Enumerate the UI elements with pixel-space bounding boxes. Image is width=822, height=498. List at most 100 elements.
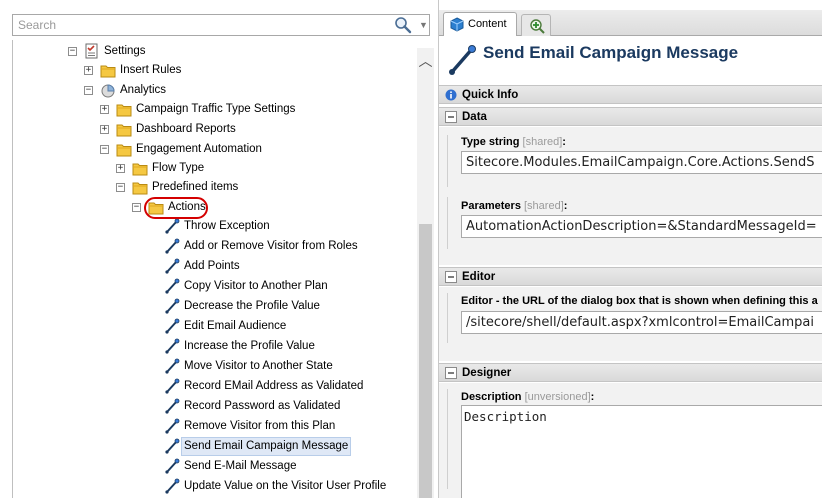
action-icon xyxy=(164,438,180,455)
tree-item-label: Campaign Traffic Type Settings xyxy=(136,103,296,115)
type-string-label-text: Type string xyxy=(461,136,520,148)
unversioned-badge: [unversioned] xyxy=(524,391,591,403)
tree-item-label: Record Password as Validated xyxy=(184,400,341,412)
tree-item-label: Copy Visitor to Another Plan xyxy=(184,280,328,292)
editor-url-label: Editor - the URL of the dialog box that … xyxy=(461,295,818,307)
tree-item-label: Predefined items xyxy=(152,181,239,193)
tree-item-label: Send Email Campaign Message xyxy=(181,437,352,456)
tree-item-label: Throw Exception xyxy=(184,220,270,232)
field-divider xyxy=(447,293,448,343)
folder-icon xyxy=(116,101,132,118)
section-title: Data xyxy=(462,111,487,123)
parameters-field[interactable]: AutomationActionDescription=&StandardMes… xyxy=(461,215,822,238)
settings-icon xyxy=(84,43,100,60)
scroll-up-icon[interactable]: ︿ xyxy=(417,50,434,72)
analytics-icon xyxy=(100,82,116,99)
section-data[interactable]: Data xyxy=(439,107,822,126)
tree-item-label: Dashboard Reports xyxy=(136,123,236,135)
search-icon[interactable] xyxy=(393,16,413,34)
tree-item-label: Add or Remove Visitor from Roles xyxy=(184,240,358,252)
action-icon xyxy=(164,378,180,395)
section-editor-body: Editor - the URL of the dialog box that … xyxy=(439,287,822,361)
tree-item-label: Flow Type xyxy=(152,162,205,174)
content-editor-pane: Content Send Email Campaign Message Quic… xyxy=(438,0,822,498)
action-icon xyxy=(164,358,180,375)
collapse-icon[interactable]: − xyxy=(132,203,141,212)
collapse-icon[interactable]: − xyxy=(84,86,93,95)
description-label: Description [unversioned]: xyxy=(461,391,595,403)
action-icon xyxy=(164,338,180,355)
description-label-text: Description xyxy=(461,391,522,403)
tree-item-label: Add Points xyxy=(184,260,240,272)
tree-item-label: Engagement Automation xyxy=(136,143,262,155)
scroll-thumb[interactable] xyxy=(419,224,432,498)
tab-strip: Content xyxy=(439,10,822,36)
collapse-icon[interactable]: − xyxy=(68,47,77,56)
action-icon xyxy=(164,278,180,295)
item-title: Send Email Campaign Message xyxy=(483,43,739,62)
collapse-icon[interactable]: − xyxy=(116,183,125,192)
expand-icon[interactable]: + xyxy=(100,125,109,134)
section-quick-info[interactable]: Quick Info xyxy=(439,85,822,104)
expand-icon[interactable]: + xyxy=(84,66,93,75)
content-tree-pane: ▼ − Settings + Insert Rules − Analytics xyxy=(0,0,436,498)
section-title: Editor xyxy=(462,271,496,283)
field-divider xyxy=(447,135,448,187)
folder-icon xyxy=(132,160,148,177)
tree-item-label: Analytics xyxy=(120,84,167,96)
tree-item-label: Edit Email Audience xyxy=(184,320,287,332)
tab-content-label: Content xyxy=(468,18,507,30)
actions-highlight-ring xyxy=(144,197,208,219)
section-title: Quick Info xyxy=(462,89,519,101)
action-icon xyxy=(164,318,180,335)
add-tab-button[interactable] xyxy=(521,14,551,36)
action-icon xyxy=(164,458,180,475)
collapse-section-icon[interactable] xyxy=(445,111,457,123)
action-item-icon xyxy=(446,43,478,80)
add-tab-icon xyxy=(529,18,545,37)
action-icon xyxy=(164,258,180,275)
item-header: Send Email Campaign Message xyxy=(439,37,822,85)
tree-item-label: Insert Rules xyxy=(120,64,182,76)
tree-item-label: Remove Visitor from this Plan xyxy=(184,420,336,432)
type-string-label: Type string [shared]: xyxy=(461,136,566,148)
section-editor[interactable]: Editor xyxy=(439,267,822,286)
action-icon xyxy=(164,298,180,315)
collapse-section-icon[interactable] xyxy=(445,367,457,379)
action-icon xyxy=(164,478,180,495)
section-data-body: Type string [shared]: Sitecore.Modules.E… xyxy=(439,127,822,265)
action-icon xyxy=(164,238,180,255)
parameters-label-text: Parameters xyxy=(461,200,521,212)
tab-content[interactable]: Content xyxy=(443,12,517,36)
section-designer[interactable]: Designer xyxy=(439,363,822,382)
shared-badge: [shared] xyxy=(522,136,563,148)
folder-icon xyxy=(132,179,148,196)
field-divider xyxy=(447,197,448,249)
collapse-section-icon[interactable] xyxy=(445,271,457,283)
cube-icon xyxy=(450,17,464,35)
search-dropdown-icon[interactable]: ▼ xyxy=(417,16,430,34)
action-icon xyxy=(164,418,180,435)
expand-icon[interactable]: + xyxy=(100,105,109,114)
tree-item-label: Update Value on the Visitor User Profile xyxy=(184,480,387,492)
tree-item-label: Send E-Mail Message xyxy=(184,460,297,472)
tree-scrollbar[interactable]: ︿ xyxy=(417,48,434,498)
shared-badge: [shared] xyxy=(524,200,564,212)
type-string-field[interactable]: Sitecore.Modules.EmailCampaign.Core.Acti… xyxy=(461,151,822,174)
collapse-icon[interactable]: − xyxy=(100,145,109,154)
folder-icon xyxy=(100,62,116,79)
search-box[interactable]: ▼ xyxy=(12,14,430,36)
editor-url-field[interactable]: /sitecore/shell/default.aspx?xmlcontrol=… xyxy=(461,311,822,334)
tree-item-label: Move Visitor to Another State xyxy=(184,360,333,372)
search-input[interactable] xyxy=(13,15,383,35)
tree-item-label: Settings xyxy=(104,45,146,57)
tree-item-label: Increase the Profile Value xyxy=(184,340,315,352)
tree-item-label: Record EMail Address as Validated xyxy=(184,380,364,392)
parameters-label: Parameters [shared]: xyxy=(461,200,568,212)
action-icon xyxy=(164,218,180,235)
description-textarea[interactable]: Description xyxy=(461,405,822,498)
expand-icon[interactable]: + xyxy=(116,164,125,173)
field-divider xyxy=(447,389,448,489)
info-icon xyxy=(445,89,457,101)
tree-item-label: Decrease the Profile Value xyxy=(184,300,320,312)
